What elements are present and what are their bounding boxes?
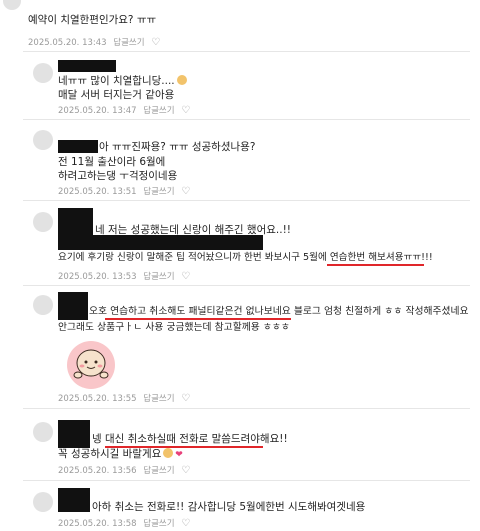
redacted-username bbox=[58, 488, 90, 512]
reply-link[interactable]: 답글쓰기 bbox=[143, 106, 174, 116]
smile-emoji bbox=[163, 448, 174, 458]
comment-text-line-3: 하려고하는댕 ㅜ걱정이네용 bbox=[58, 170, 178, 182]
avatar[interactable] bbox=[33, 295, 53, 315]
comment-text-line-2: 매달 서버 터지는거 같아용 bbox=[58, 89, 175, 101]
comment-date: 2025.05.20. 13:53 bbox=[58, 272, 137, 282]
heart-icon[interactable]: ♡ bbox=[181, 518, 190, 529]
comment-date: 2025.05.20. 13:51 bbox=[58, 187, 137, 197]
avatar[interactable] bbox=[33, 63, 53, 83]
comment-text-line-1: 오호 연습하고 취소해도 패널티같은건 없나보네요 블로그 엄청 친절하게 ㅎㅎ… bbox=[89, 306, 469, 317]
avatar[interactable] bbox=[33, 422, 53, 442]
smile-emoji bbox=[176, 75, 187, 85]
comment-text-line-2: 꼭 성공하시길 바랄게요 ❤ bbox=[58, 448, 183, 460]
heart-icon[interactable]: ♡ bbox=[181, 186, 190, 197]
heart-icon[interactable]: ♡ bbox=[181, 105, 190, 116]
avatar[interactable] bbox=[33, 130, 53, 150]
comment-date: 2025.05.20. 13:55 bbox=[58, 394, 137, 404]
reply-link[interactable]: 답글쓰기 bbox=[143, 394, 174, 404]
comment-meta: 2025.05.20. 13:58 답글쓰기 ♡ bbox=[58, 517, 194, 529]
redacted-username bbox=[58, 235, 263, 250]
comment-text-line-2: 요기에 후기랑 신랑이 말해준 팁 적어놨으니까 한번 봐보시구 5월에 연습한… bbox=[58, 252, 433, 263]
highlight-underline bbox=[327, 264, 424, 266]
divider bbox=[23, 51, 470, 52]
redacted-username bbox=[58, 140, 98, 153]
reply-link[interactable]: 답글쓰기 bbox=[113, 38, 144, 48]
comment-text: 예약이 치열한편인가요? ㅠㅠ bbox=[28, 14, 157, 26]
comment-text-line-1: 아 ㅠㅠ진짜용? ㅠㅠ 성공하셨나용? bbox=[99, 141, 256, 153]
reply-link[interactable]: 답글쓰기 bbox=[143, 466, 174, 476]
avatar[interactable] bbox=[3, 0, 21, 10]
heart-icon[interactable]: ♡ bbox=[181, 271, 190, 282]
comment-meta: 2025.05.20. 13:51 답글쓰기 ♡ bbox=[58, 185, 194, 197]
comment-meta: 2025.05.20. 13:53 답글쓰기 ♡ bbox=[58, 270, 194, 282]
divider bbox=[23, 285, 470, 286]
comment-date: 2025.05.20. 13:47 bbox=[58, 106, 137, 116]
comment-text-line-2: 안그래도 상품구ㅏㄴ 사용 궁금했는데 참고할께용 ㅎㅎㅎ bbox=[58, 322, 290, 333]
divider bbox=[23, 200, 470, 201]
reply-link[interactable]: 답글쓰기 bbox=[143, 187, 174, 197]
heart-icon[interactable]: ♡ bbox=[181, 465, 190, 476]
comment-text-line-2: 전 11월 출산이라 6월에 bbox=[58, 156, 166, 168]
heart-icon[interactable]: ♡ bbox=[181, 393, 190, 404]
highlight-underline bbox=[105, 318, 291, 320]
avatar[interactable] bbox=[33, 212, 53, 232]
redacted-username bbox=[58, 60, 116, 72]
comment-text-line-1: 넹 대신 취소하실때 전화로 말씀드려야해요!! bbox=[92, 433, 288, 445]
redacted-username bbox=[58, 420, 90, 448]
redacted-username bbox=[58, 292, 88, 320]
reply-link[interactable]: 답글쓰기 bbox=[143, 519, 174, 529]
sticker-character bbox=[67, 341, 115, 389]
divider bbox=[23, 408, 470, 409]
comment-text-line-1: 네ㅠㅠ 많이 치열합니당.... bbox=[58, 75, 187, 88]
comment-date: 2025.05.20. 13:56 bbox=[58, 466, 137, 476]
avatar[interactable] bbox=[33, 492, 53, 512]
reply-link[interactable]: 답글쓰기 bbox=[143, 272, 174, 282]
divider bbox=[23, 480, 470, 481]
comment-date: 2025.05.20. 13:43 bbox=[28, 38, 107, 48]
divider bbox=[23, 119, 470, 120]
heart-icon[interactable]: ♡ bbox=[151, 37, 160, 48]
comment-date: 2025.05.20. 13:58 bbox=[58, 519, 137, 529]
comment-meta: 2025.05.20. 13:55 답글쓰기 ♡ bbox=[58, 392, 194, 404]
comment-text-line-1: 아하 취소는 전화로!! 감사합니당 5월에한번 시도해봐여겟네용 bbox=[92, 501, 366, 513]
comment-meta: 2025.05.20. 13:43 답글쓰기 ♡ bbox=[28, 36, 164, 48]
comment-meta: 2025.05.20. 13:56 답글쓰기 ♡ bbox=[58, 464, 194, 476]
comment-meta: 2025.05.20. 13:47 답글쓰기 ♡ bbox=[58, 104, 194, 116]
hearts-emoji: ❤ bbox=[175, 450, 183, 460]
